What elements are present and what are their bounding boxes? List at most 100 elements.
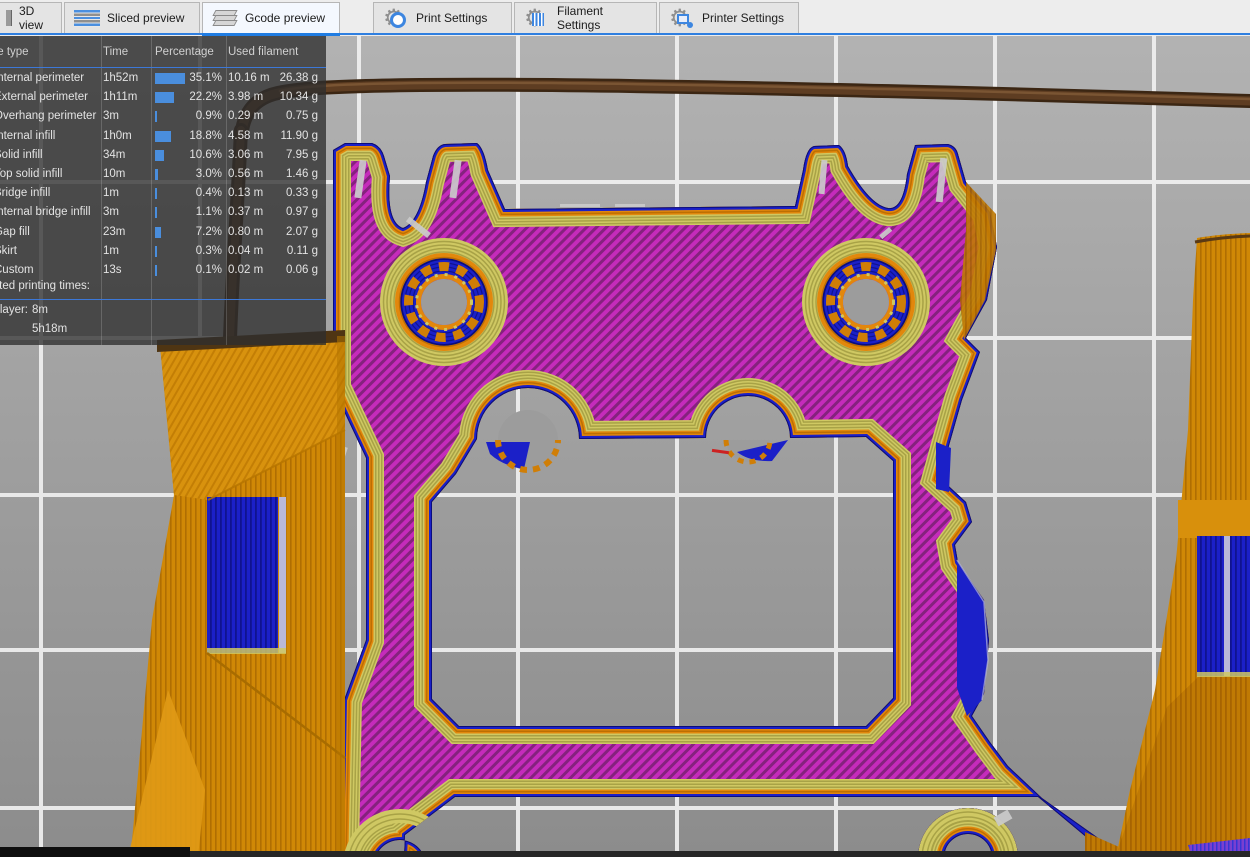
filament-meters: 0.37 m [228, 206, 264, 219]
percentage-bar [155, 169, 158, 180]
legend-col-time: Time [103, 46, 129, 58]
gear-printer-icon: ⚙ [669, 5, 695, 31]
percentage-bar [155, 92, 174, 104]
feature-name: Gap fill [0, 225, 30, 238]
percentage-bar [155, 245, 157, 257]
filament-meters: 0.56 m [228, 168, 264, 180]
filament-meters: 0.04 m [228, 244, 264, 257]
legend-col-percentage: Percentage [155, 46, 214, 58]
total-time-value: 5h18m [32, 323, 68, 335]
filament-grams: 0.33 g [286, 187, 318, 200]
toolbar: 3D view Sliced preview Gcode preview ⚙ P… [0, 0, 1250, 36]
percentage-bar [155, 188, 157, 200]
filament-settings-label: Filament Settings [557, 4, 604, 32]
filament-grams: 10.34 g [279, 91, 318, 104]
feature-name: Top solid infill [0, 168, 63, 180]
feature-name: Internal perimeter [0, 72, 85, 84]
print-settings-label: Print Settings [416, 11, 488, 25]
filament-grams: 1.46 g [286, 168, 318, 180]
tab-3d-view-label: 3D view [19, 4, 44, 32]
button-filament-settings[interactable]: ⚙ Filament Settings [514, 2, 657, 33]
percentage-bar [155, 149, 165, 161]
layer-stack-icon [212, 9, 238, 27]
feature-name: Overhang perimeter [0, 110, 97, 123]
filament-grams: 0.75 g [286, 110, 318, 123]
feature-name: Skirt [0, 244, 17, 257]
feature-time: 10m [103, 168, 126, 180]
feature-name: Bridge infill [0, 187, 51, 200]
bed-front-edge-dark [0, 847, 190, 857]
feature-percentage: 22.2% [189, 91, 222, 104]
bearing-hole-left [380, 238, 508, 366]
filament-meters: 4.58 m [228, 129, 264, 142]
filament-grams: 26.38 g [279, 72, 318, 84]
first-layer-label: First layer: [0, 304, 28, 316]
percentage-bar [155, 265, 157, 276]
filament-grams: 11.90 g [280, 129, 318, 142]
gear-icon: ⚙ [383, 5, 409, 31]
feature-time: 1h52m [103, 72, 139, 84]
slicer-app: { "toolbar": { "tabs": [ {"label": "3D v… [0, 0, 1250, 857]
feature-time: 1m [103, 244, 119, 257]
feature-time: 1h0m [103, 129, 132, 142]
gear-filament-icon: ⚙ [524, 5, 550, 31]
filament-grams: 0.97 g [286, 206, 318, 219]
toolbar-accent-line [0, 33, 1250, 35]
filament-meters: 0.80 m [228, 225, 264, 238]
bearing-hole-right [802, 238, 930, 366]
estimated-times-title: Estimated printing times: [0, 280, 90, 292]
button-print-settings[interactable]: ⚙ Print Settings [373, 2, 512, 33]
feature-percentage: 0.3% [195, 244, 222, 257]
filament-meters: 3.98 m [228, 91, 264, 104]
legend-col-feature-type: Feature type [0, 46, 29, 58]
tab-3d-view[interactable]: 3D view [0, 2, 62, 33]
first-layer-value: 8m [32, 304, 48, 316]
percentage-bar [155, 130, 172, 142]
filament-meters: 3.06 m [228, 148, 264, 161]
feature-time: 1h11m [103, 91, 138, 104]
feature-name: Solid infill [0, 148, 43, 161]
tab-gcode-preview-label: Gcode preview [245, 11, 326, 25]
feature-percentage: 35.1% [189, 72, 222, 84]
filament-meters: 0.02 m [228, 264, 264, 276]
tab-sliced-preview-label: Sliced preview [107, 11, 185, 25]
gcode-legend-panel: Feature type Time Percentage Used filame… [0, 36, 326, 345]
legend-col-used-filament: Used filament [228, 46, 299, 58]
active-tab-underline [202, 33, 340, 36]
filament-meters: 0.13 m [228, 187, 264, 200]
percentage-bar [155, 111, 157, 123]
feature-time: 34m [103, 148, 126, 161]
percentage-bar [155, 73, 185, 84]
button-printer-settings[interactable]: ⚙ Printer Settings [659, 2, 799, 33]
tab-gcode-preview[interactable]: Gcode preview [202, 2, 340, 36]
feature-time: 23m [103, 225, 126, 238]
percentage-bar [155, 226, 162, 238]
feature-time: 13s [103, 264, 122, 276]
filament-grams: 0.11 g [286, 244, 318, 257]
feature-percentage: 0.4% [195, 187, 222, 200]
feature-percentage: 0.1% [195, 264, 222, 276]
filament-grams: 2.07 g [286, 225, 318, 238]
filament-meters: 0.29 m [228, 110, 264, 123]
feature-percentage: 1.1% [195, 206, 222, 219]
feature-percentage: 10.6% [189, 148, 222, 161]
feature-percentage: 0.9% [195, 110, 222, 123]
feature-name: Internal infill [0, 129, 56, 142]
feature-percentage: 7.2% [195, 225, 222, 238]
feature-time: 3m [103, 206, 119, 219]
tab-sliced-preview[interactable]: Sliced preview [64, 2, 200, 33]
layers-stripes-icon [74, 9, 100, 27]
feature-time: 1m [103, 187, 119, 200]
filament-grams: 7.95 g [286, 148, 318, 161]
feature-percentage: 18.8% [189, 129, 222, 142]
filament-grams: 0.06 g [286, 264, 318, 276]
feature-name: External perimeter [0, 91, 88, 104]
printer-settings-label: Printer Settings [702, 11, 785, 25]
percentage-bar [155, 207, 157, 219]
filament-meters: 10.16 m [228, 72, 270, 84]
feature-time: 3m [103, 110, 119, 123]
feature-name: Internal bridge infill [0, 206, 91, 219]
feature-percentage: 3.0% [195, 168, 222, 180]
cube-icon [6, 10, 12, 26]
feature-name: Custom [0, 264, 34, 276]
